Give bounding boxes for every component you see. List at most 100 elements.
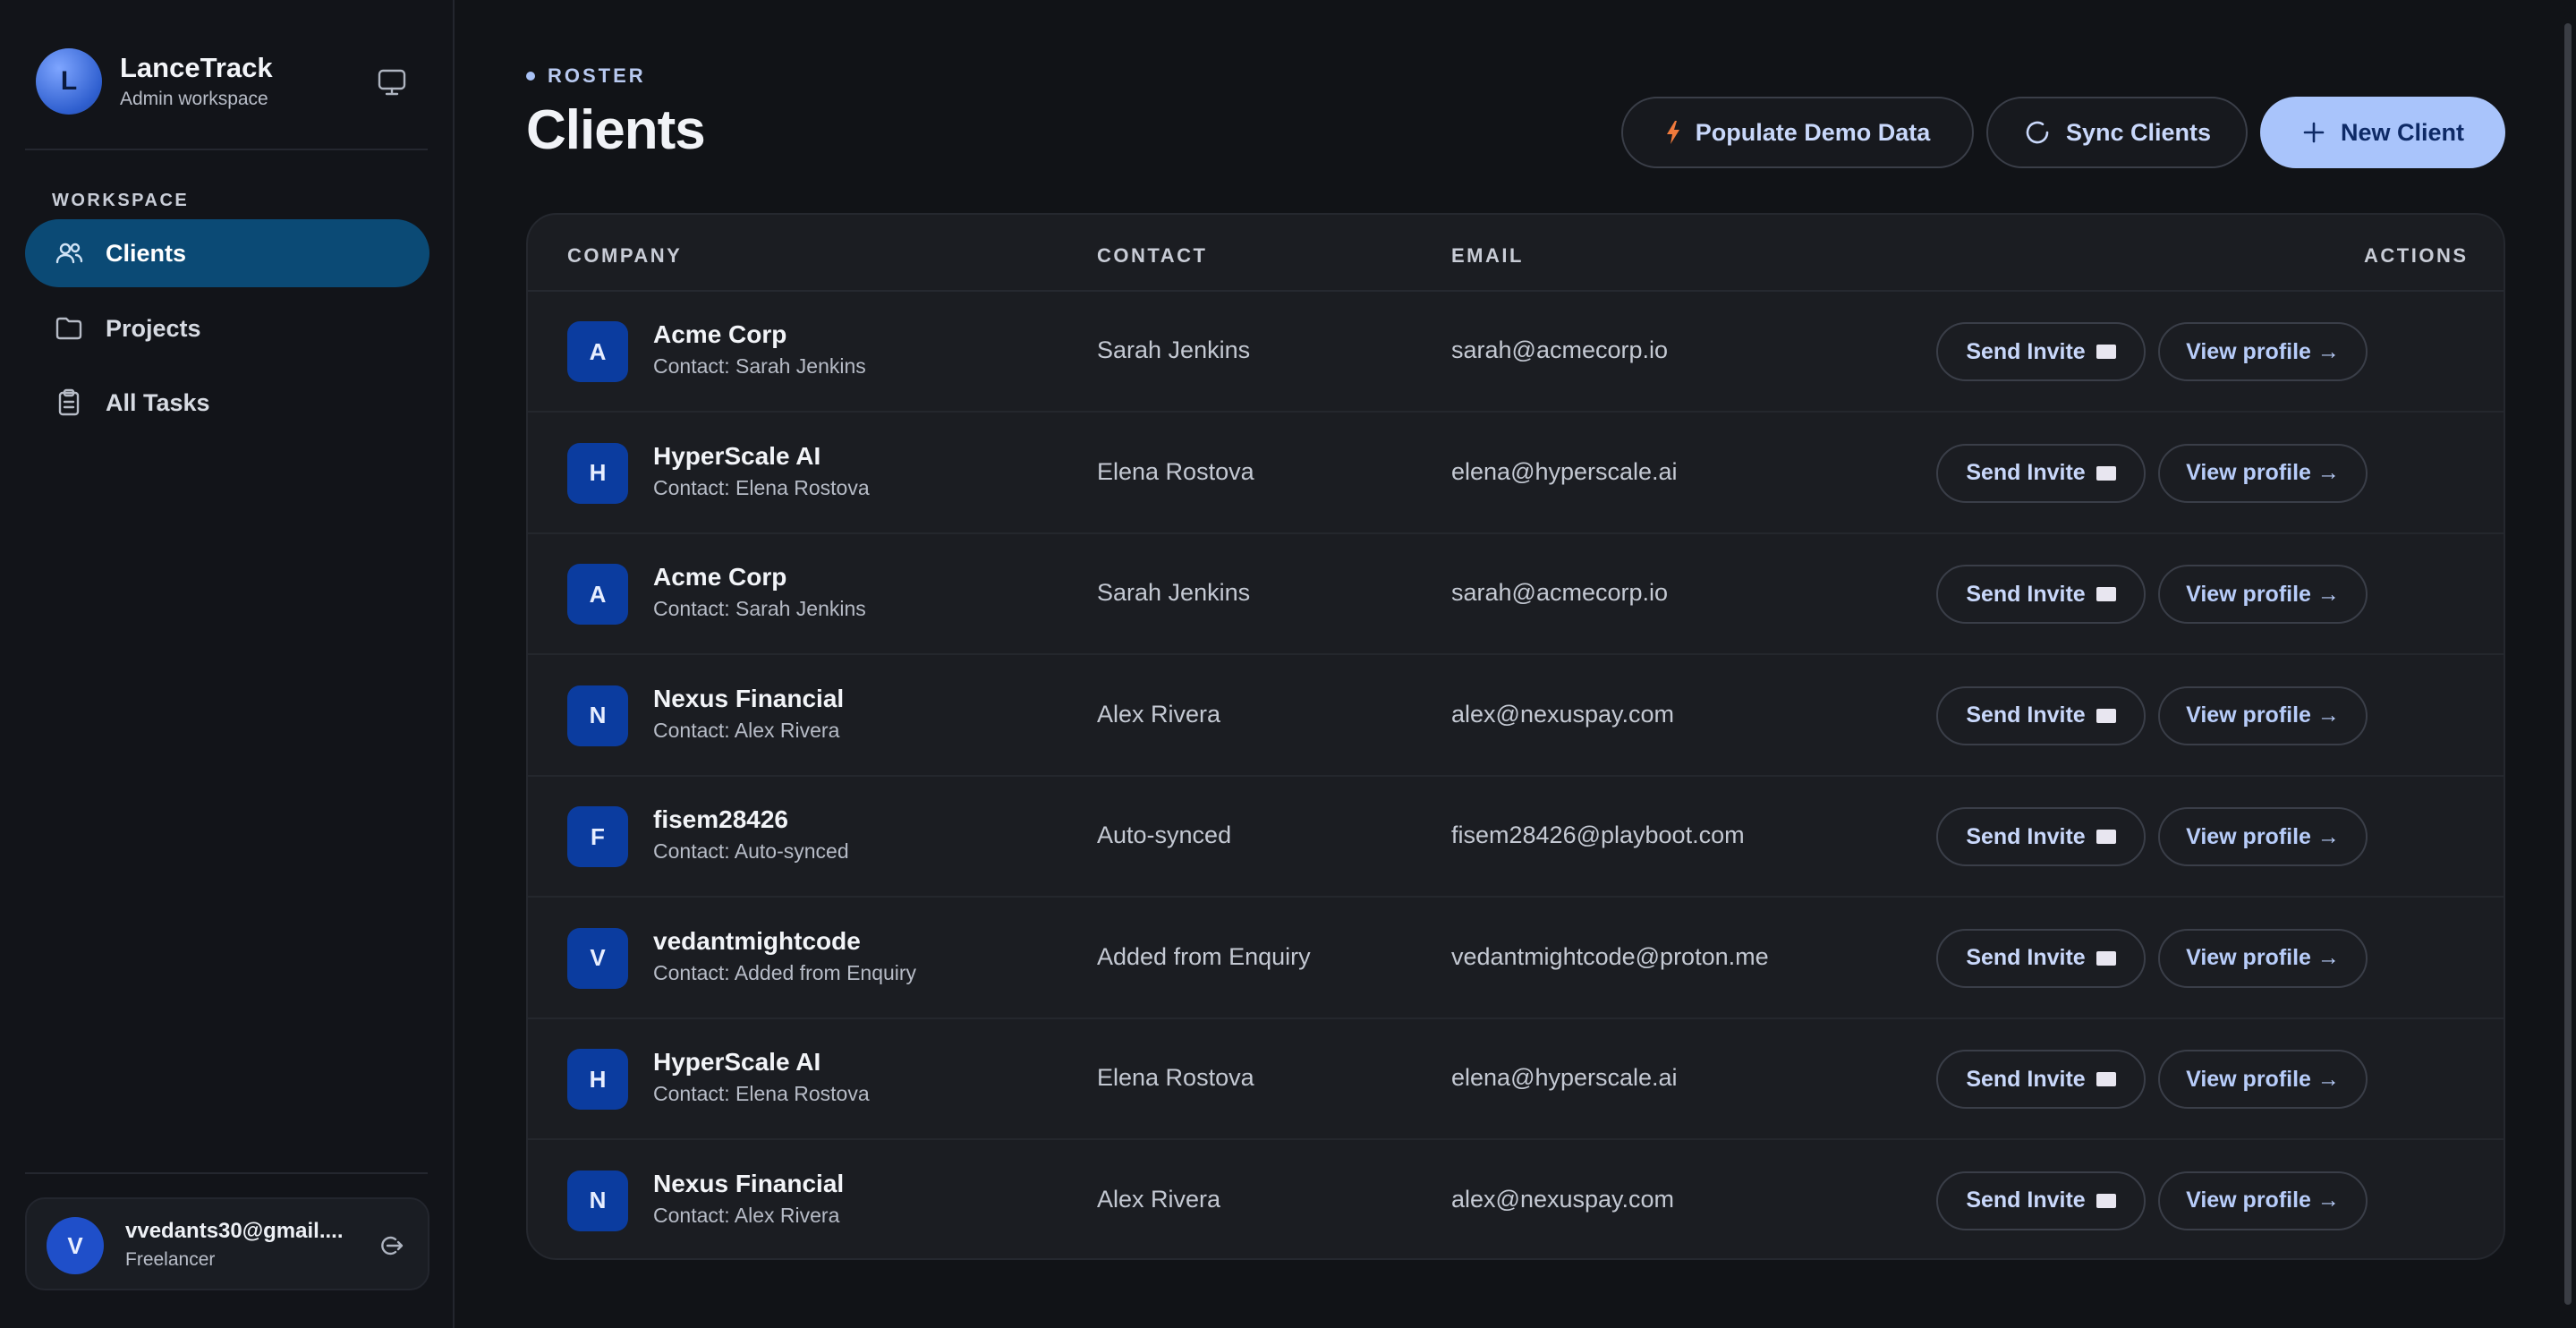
view-profile-button[interactable]: View profile →	[2158, 807, 2368, 866]
clients-table: COMPANY CONTACT EMAIL ACTIONS A Acme Corp…	[526, 213, 2505, 1260]
contact-email: alex@nexuspay.com	[1451, 1185, 1675, 1213]
logout-icon[interactable]	[374, 1230, 406, 1262]
clipboard-icon	[54, 387, 84, 418]
view-profile-label: View profile →	[2186, 1188, 2340, 1213]
sidebar-item-all-tasks[interactable]: All Tasks	[25, 369, 429, 437]
view-profile-button[interactable]: View profile →	[2158, 565, 2368, 624]
plus-icon	[2301, 120, 2326, 145]
view-profile-button[interactable]: View profile →	[2158, 443, 2368, 503]
company-contact: Contact: Auto-synced	[653, 839, 849, 863]
company-name: Acme Corp	[653, 563, 787, 591]
view-profile-label: View profile →	[2186, 823, 2340, 849]
company-contact: Contact: Elena Rostova	[653, 1082, 870, 1105]
sidebar-item-label: All Tasks	[106, 388, 210, 416]
send-invite-button[interactable]: Send Invite	[1936, 928, 2146, 988]
company-contact: Contact: Elena Rostova	[653, 475, 870, 499]
company-name: HyperScale AI	[653, 1048, 821, 1076]
view-profile-button[interactable]: View profile →	[2158, 928, 2368, 988]
breadcrumb: ROSTER	[526, 64, 646, 88]
populate-demo-data-button[interactable]: Populate Demo Data	[1621, 97, 1974, 168]
new-client-label: New Client	[2340, 118, 2465, 146]
contact-email: sarah@acmecorp.io	[1451, 336, 1669, 363]
table-row: H HyperScale AI Contact: Elena Rostova Elen…	[528, 1019, 2504, 1140]
bullet-icon	[526, 72, 535, 81]
contact-name: Sarah Jenkins	[1097, 579, 1251, 606]
brand-subtitle: Admin workspace	[120, 89, 268, 109]
column-header-company: COMPANY	[567, 244, 683, 267]
new-client-button[interactable]: New Client	[2260, 97, 2505, 168]
send-invite-button[interactable]: Send Invite	[1936, 807, 2146, 866]
send-invite-button[interactable]: Send Invite	[1936, 443, 2146, 503]
send-invite-label: Send Invite	[1966, 945, 2086, 970]
contact-email: vedantmightcode@proton.me	[1451, 942, 1769, 970]
sidebar-divider	[25, 1172, 428, 1174]
view-profile-button[interactable]: View profile →	[2158, 1050, 2368, 1109]
sync-clients-button[interactable]: Sync Clients	[1986, 97, 2248, 168]
section-label: WORKSPACE	[52, 191, 190, 210]
send-invite-label: Send Invite	[1966, 338, 2086, 364]
contact-name: Elena Rostova	[1097, 457, 1254, 485]
company-contact: Contact: Alex Rivera	[653, 718, 840, 742]
contact-name: Auto-synced	[1097, 821, 1232, 848]
company-avatar: A	[567, 564, 628, 625]
table-row: N Nexus Financial Contact: Alex Rivera Alex…	[528, 656, 2504, 777]
company-avatar: N	[567, 685, 628, 746]
view-profile-button[interactable]: View profile →	[2158, 685, 2368, 745]
send-invite-button[interactable]: Send Invite	[1936, 565, 2146, 624]
send-invite-label: Send Invite	[1966, 702, 2086, 728]
user-email: vvedants30@gmail....	[125, 1219, 344, 1243]
scrollbar[interactable]	[2564, 23, 2572, 1305]
envelope-icon	[2096, 1193, 2116, 1208]
send-invite-label: Send Invite	[1966, 823, 2086, 849]
send-invite-button[interactable]: Send Invite	[1936, 1171, 2146, 1230]
app-root: L LanceTrack Admin workspace WORKSPACE C…	[0, 0, 2576, 1328]
column-header-email: EMAIL	[1451, 244, 1524, 267]
envelope-icon	[2096, 830, 2116, 844]
view-profile-label: View profile →	[2186, 702, 2340, 728]
send-invite-button[interactable]: Send Invite	[1936, 1050, 2146, 1109]
contact-email: fisem28426@playboot.com	[1451, 821, 1745, 848]
send-invite-button[interactable]: Send Invite	[1936, 685, 2146, 745]
contact-name: Elena Rostova	[1097, 1064, 1254, 1091]
view-profile-label: View profile →	[2186, 581, 2340, 607]
page-title: Clients	[526, 99, 706, 161]
company-avatar: V	[567, 927, 628, 989]
table-row: A Acme Corp Contact: Sarah Jenkins Sarah Je…	[528, 534, 2504, 655]
sidebar-item-projects[interactable]: Projects	[25, 294, 429, 362]
company-contact: Contact: Added from Enquiry	[653, 960, 917, 984]
lightning-icon	[1665, 120, 1681, 145]
table-row: Ffisem28426 Contact: Auto-synced Auto-sync…	[528, 777, 2504, 898]
sidebar-divider	[25, 149, 428, 150]
table-row: A Acme Corp Contact: Sarah Jenkins Sarah Je…	[528, 292, 2504, 413]
sidebar-item-clients[interactable]: Clients	[25, 219, 429, 287]
company-contact: Contact: Sarah Jenkins	[653, 597, 866, 620]
company-name: fisem28426	[653, 805, 789, 833]
view-profile-label: View profile →	[2186, 1066, 2340, 1092]
contact-name: Sarah Jenkins	[1097, 336, 1251, 363]
contact-email: alex@nexuspay.com	[1451, 700, 1675, 728]
company-name: vedantmightcode	[653, 926, 861, 955]
company-name: Acme Corp	[653, 320, 787, 348]
eyebrow-label: ROSTER	[548, 64, 646, 87]
table-row: N Nexus Financial Contact: Alex Rivera Alex…	[528, 1141, 2504, 1259]
contact-email: sarah@acmecorp.io	[1451, 579, 1669, 606]
table-row: Vvedantmightcode Contact: Added from Enqu…	[528, 898, 2504, 1019]
company-name: HyperScale AI	[653, 441, 821, 470]
send-invite-button[interactable]: Send Invite	[1936, 322, 2146, 381]
refresh-icon	[2023, 118, 2052, 147]
user-card[interactable]: V vvedants30@gmail.... Freelancer	[25, 1197, 429, 1290]
monitor-icon[interactable]	[374, 64, 410, 100]
user-role: Freelancer	[125, 1249, 216, 1270]
company-avatar: H	[567, 442, 628, 504]
view-profile-label: View profile →	[2186, 945, 2340, 970]
view-profile-button[interactable]: View profile →	[2158, 322, 2368, 381]
company-avatar: F	[567, 806, 628, 867]
envelope-icon	[2096, 708, 2116, 723]
company-avatar: N	[567, 1170, 628, 1231]
brand: L LanceTrack Admin workspace	[36, 48, 429, 116]
sync-clients-label: Sync Clients	[2065, 118, 2212, 146]
folder-icon	[54, 313, 84, 344]
view-profile-button[interactable]: View profile →	[2158, 1171, 2368, 1230]
contact-name: Added from Enquiry	[1097, 942, 1311, 970]
envelope-icon	[2096, 1072, 2116, 1086]
